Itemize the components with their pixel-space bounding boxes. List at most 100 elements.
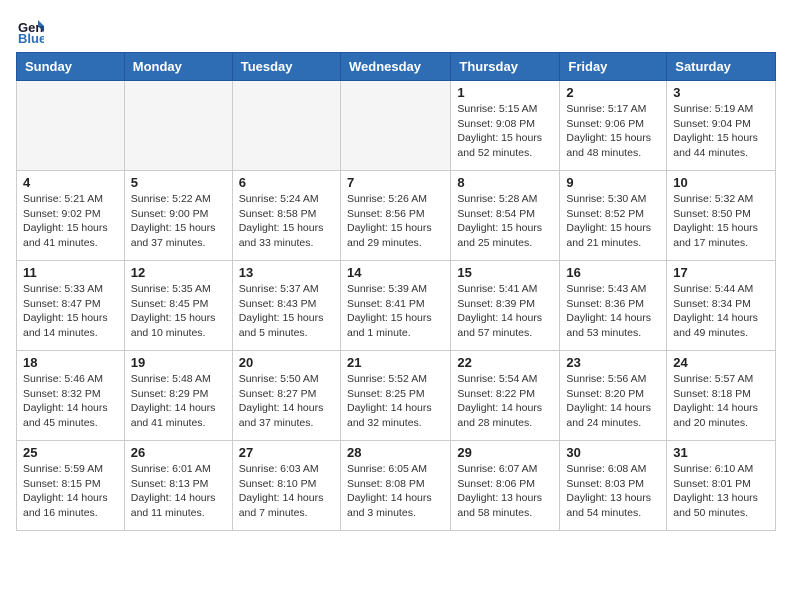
day-number: 29 [457, 445, 553, 460]
day-number: 12 [131, 265, 226, 280]
day-number: 24 [673, 355, 769, 370]
calendar-cell: 8 Sunrise: 5:28 AM Sunset: 8:54 PM Daylig… [451, 171, 560, 261]
day-info: Sunrise: 5:17 AM Sunset: 9:06 PM Dayligh… [566, 102, 660, 161]
weekday-header-sunday: Sunday [17, 53, 125, 81]
day-number: 21 [347, 355, 444, 370]
calendar-cell: 21 Sunrise: 5:52 AM Sunset: 8:25 PM Dayli… [340, 351, 450, 441]
calendar-cell: 1 Sunrise: 5:15 AM Sunset: 9:08 PM Daylig… [451, 81, 560, 171]
week-row-3: 11 Sunrise: 5:33 AM Sunset: 8:47 PM Dayli… [17, 261, 776, 351]
day-number: 25 [23, 445, 118, 460]
day-number: 14 [347, 265, 444, 280]
calendar-cell: 11 Sunrise: 5:33 AM Sunset: 8:47 PM Dayli… [17, 261, 125, 351]
day-info: Sunrise: 6:07 AM Sunset: 8:06 PM Dayligh… [457, 462, 553, 521]
day-info: Sunrise: 5:15 AM Sunset: 9:08 PM Dayligh… [457, 102, 553, 161]
day-number: 19 [131, 355, 226, 370]
page-header: General Blue [16, 16, 776, 44]
day-number: 2 [566, 85, 660, 100]
calendar-cell: 7 Sunrise: 5:26 AM Sunset: 8:56 PM Daylig… [340, 171, 450, 261]
weekday-header-saturday: Saturday [667, 53, 776, 81]
day-number: 15 [457, 265, 553, 280]
weekday-header-monday: Monday [124, 53, 232, 81]
calendar-cell: 15 Sunrise: 5:41 AM Sunset: 8:39 PM Dayli… [451, 261, 560, 351]
calendar-cell: 19 Sunrise: 5:48 AM Sunset: 8:29 PM Dayli… [124, 351, 232, 441]
weekday-header-wednesday: Wednesday [340, 53, 450, 81]
day-number: 6 [239, 175, 334, 190]
day-number: 16 [566, 265, 660, 280]
day-number: 31 [673, 445, 769, 460]
calendar-cell: 27 Sunrise: 6:03 AM Sunset: 8:10 PM Dayli… [232, 441, 340, 531]
day-info: Sunrise: 6:10 AM Sunset: 8:01 PM Dayligh… [673, 462, 769, 521]
day-info: Sunrise: 6:01 AM Sunset: 8:13 PM Dayligh… [131, 462, 226, 521]
calendar-cell: 25 Sunrise: 5:59 AM Sunset: 8:15 PM Dayli… [17, 441, 125, 531]
calendar-cell: 29 Sunrise: 6:07 AM Sunset: 8:06 PM Dayli… [451, 441, 560, 531]
day-number: 27 [239, 445, 334, 460]
day-info: Sunrise: 6:08 AM Sunset: 8:03 PM Dayligh… [566, 462, 660, 521]
day-info: Sunrise: 5:19 AM Sunset: 9:04 PM Dayligh… [673, 102, 769, 161]
day-info: Sunrise: 5:57 AM Sunset: 8:18 PM Dayligh… [673, 372, 769, 431]
calendar-cell: 14 Sunrise: 5:39 AM Sunset: 8:41 PM Dayli… [340, 261, 450, 351]
day-info: Sunrise: 5:22 AM Sunset: 9:00 PM Dayligh… [131, 192, 226, 251]
day-number: 30 [566, 445, 660, 460]
calendar-cell: 16 Sunrise: 5:43 AM Sunset: 8:36 PM Dayli… [560, 261, 667, 351]
calendar-cell: 23Sunrise: 5:56 AM Sunset: 8:20 PM Dayli… [560, 351, 667, 441]
day-number: 18 [23, 355, 118, 370]
calendar-cell: 3 Sunrise: 5:19 AM Sunset: 9:04 PM Daylig… [667, 81, 776, 171]
calendar-cell: 9 Sunrise: 5:30 AM Sunset: 8:52 PM Daylig… [560, 171, 667, 261]
weekday-header-friday: Friday [560, 53, 667, 81]
day-number: 20 [239, 355, 334, 370]
calendar-cell [124, 81, 232, 171]
week-row-5: 25 Sunrise: 5:59 AM Sunset: 8:15 PM Dayli… [17, 441, 776, 531]
calendar-cell: 26Sunrise: 6:01 AM Sunset: 8:13 PM Dayli… [124, 441, 232, 531]
day-info: Sunrise: 5:39 AM Sunset: 8:41 PM Dayligh… [347, 282, 444, 341]
logo-icon: General Blue [16, 16, 44, 44]
calendar-cell: 17Sunrise: 5:44 AM Sunset: 8:34 PM Dayli… [667, 261, 776, 351]
calendar-cell: 10 Sunrise: 5:32 AM Sunset: 8:50 PM Dayli… [667, 171, 776, 261]
calendar-cell: 6 Sunrise: 5:24 AM Sunset: 8:58 PM Daylig… [232, 171, 340, 261]
day-number: 8 [457, 175, 553, 190]
calendar-cell: 13 Sunrise: 5:37 AM Sunset: 8:43 PM Dayli… [232, 261, 340, 351]
day-info: Sunrise: 5:26 AM Sunset: 8:56 PM Dayligh… [347, 192, 444, 251]
day-number: 9 [566, 175, 660, 190]
day-number: 28 [347, 445, 444, 460]
week-row-4: 18 Sunrise: 5:46 AM Sunset: 8:32 PM Dayli… [17, 351, 776, 441]
day-number: 10 [673, 175, 769, 190]
day-number: 4 [23, 175, 118, 190]
day-info: Sunrise: 5:44 AM Sunset: 8:34 PM Dayligh… [673, 282, 769, 341]
weekday-header-tuesday: Tuesday [232, 53, 340, 81]
day-number: 11 [23, 265, 118, 280]
day-info: Sunrise: 5:32 AM Sunset: 8:50 PM Dayligh… [673, 192, 769, 251]
day-info: Sunrise: 5:52 AM Sunset: 8:25 PM Dayligh… [347, 372, 444, 431]
day-info: Sunrise: 6:03 AM Sunset: 8:10 PM Dayligh… [239, 462, 334, 521]
calendar-cell: 28Sunrise: 6:05 AM Sunset: 8:08 PM Dayli… [340, 441, 450, 531]
day-info: Sunrise: 5:48 AM Sunset: 8:29 PM Dayligh… [131, 372, 226, 431]
calendar-cell [17, 81, 125, 171]
day-info: Sunrise: 5:28 AM Sunset: 8:54 PM Dayligh… [457, 192, 553, 251]
day-info: Sunrise: 5:46 AM Sunset: 8:32 PM Dayligh… [23, 372, 118, 431]
calendar-cell: 30 Sunrise: 6:08 AM Sunset: 8:03 PM Dayli… [560, 441, 667, 531]
day-number: 1 [457, 85, 553, 100]
day-info: Sunrise: 5:59 AM Sunset: 8:15 PM Dayligh… [23, 462, 118, 521]
day-number: 23 [566, 355, 660, 370]
calendar-cell: 20 Sunrise: 5:50 AM Sunset: 8:27 PM Dayli… [232, 351, 340, 441]
day-number: 7 [347, 175, 444, 190]
day-number: 22 [457, 355, 553, 370]
calendar-cell: 31 Sunrise: 6:10 AM Sunset: 8:01 PM Dayli… [667, 441, 776, 531]
day-info: Sunrise: 5:41 AM Sunset: 8:39 PM Dayligh… [457, 282, 553, 341]
day-info: Sunrise: 5:37 AM Sunset: 8:43 PM Dayligh… [239, 282, 334, 341]
logo: General Blue [16, 16, 48, 44]
weekday-header-row: SundayMondayTuesdayWednesdayThursdayFrid… [17, 53, 776, 81]
day-info: Sunrise: 5:33 AM Sunset: 8:47 PM Dayligh… [23, 282, 118, 341]
calendar-cell: 22Sunrise: 5:54 AM Sunset: 8:22 PM Dayli… [451, 351, 560, 441]
day-info: Sunrise: 5:43 AM Sunset: 8:36 PM Dayligh… [566, 282, 660, 341]
day-info: Sunrise: 5:30 AM Sunset: 8:52 PM Dayligh… [566, 192, 660, 251]
day-info: Sunrise: 5:35 AM Sunset: 8:45 PM Dayligh… [131, 282, 226, 341]
day-info: Sunrise: 5:50 AM Sunset: 8:27 PM Dayligh… [239, 372, 334, 431]
calendar-cell: 12 Sunrise: 5:35 AM Sunset: 8:45 PM Dayli… [124, 261, 232, 351]
calendar-cell: 18 Sunrise: 5:46 AM Sunset: 8:32 PM Dayli… [17, 351, 125, 441]
day-number: 13 [239, 265, 334, 280]
calendar-cell [340, 81, 450, 171]
day-number: 3 [673, 85, 769, 100]
day-info: Sunrise: 5:24 AM Sunset: 8:58 PM Dayligh… [239, 192, 334, 251]
day-info: Sunrise: 5:21 AM Sunset: 9:02 PM Dayligh… [23, 192, 118, 251]
calendar-cell: 4 Sunrise: 5:21 AM Sunset: 9:02 PM Daylig… [17, 171, 125, 261]
